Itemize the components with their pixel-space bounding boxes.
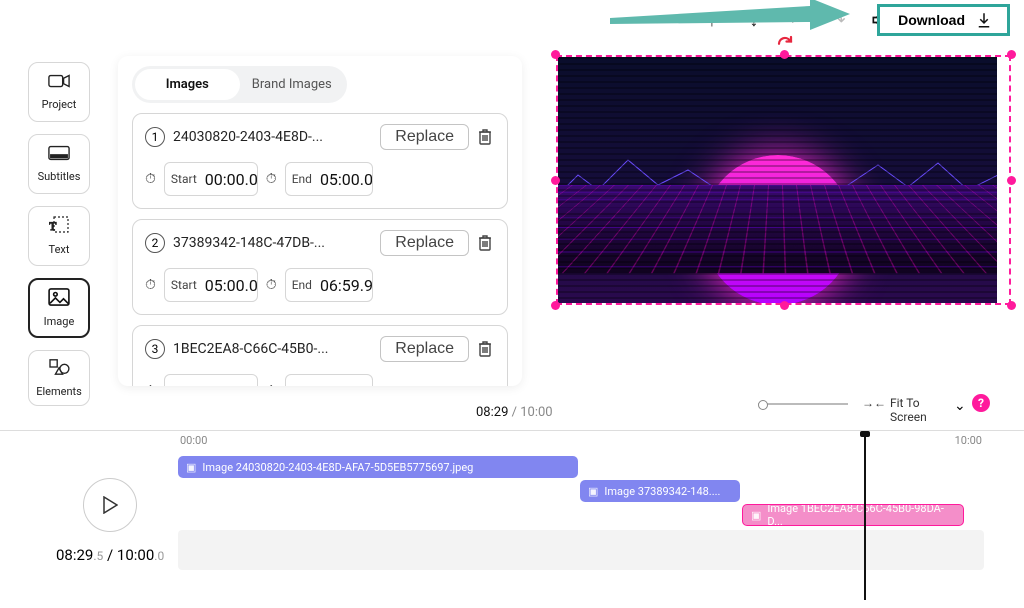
sidenav-item-text[interactable]: T Text [28,206,90,266]
timeline-clip[interactable]: ▣ Image 37389342-148.... [580,480,740,502]
image-icon: ▣ [186,461,196,474]
card-index: 3 [145,339,165,359]
play-button[interactable] [83,478,137,532]
end-time-input[interactable]: End 10:00.0 [285,374,373,386]
end-time-input[interactable]: End 05:00.0 [285,162,373,196]
shapes-icon [48,358,70,381]
panel-tabs: Images Brand Images [132,66,347,103]
download-button[interactable]: Download [877,4,1010,36]
sidenav-item-project[interactable]: Project [28,62,90,122]
playhead[interactable] [864,432,866,600]
sidenav-label: Subtitles [38,170,81,183]
card-index: 1 [145,127,165,147]
replace-button[interactable]: Replace [380,230,469,256]
top-icon-group: ↑ ↓ ↶ ↷ [702,10,890,30]
selection-outline [556,55,1011,305]
time-counter: 08:29 / 10:00 [476,405,553,420]
card-filename: 24030820-2403-4E8D-... [173,129,372,145]
tab-images[interactable]: Images [135,69,240,100]
timeline-clip-selected[interactable]: ▣ Image 1BEC2EA8-C66C-45B0-98DA-D... [742,504,964,526]
text-icon: T [49,216,69,239]
timeline[interactable]: 00:00 10:00 ▣ Image 24030820-2403-4E8D-A… [178,432,984,600]
stopwatch-icon: ⏱ [145,277,156,293]
sidenav-item-image[interactable]: Image [28,278,90,338]
fit-icon: →← [862,396,886,410]
card-filename: 37389342-148C-47DB-... [173,235,372,251]
camera-icon [48,73,70,94]
resize-handle[interactable] [1007,176,1016,185]
image-card: 1 24030820-2403-4E8D-... Replace ⏱ Start… [132,113,508,209]
image-panel: Images Brand Images 1 24030820-2403-4E8D… [118,56,522,386]
end-time-input[interactable]: End 06:59.9 [285,268,373,302]
side-nav: Project Subtitles T Text Image Elements [28,62,90,406]
resize-handle[interactable] [1007,301,1016,310]
controls-row: 08:29 / 10:00 →← Fit To Screen ⌄ ? [0,392,1024,432]
stopwatch-icon: ⏱ [145,383,156,386]
help-button[interactable]: ? [972,394,990,412]
top-toolbar: ↑ ↓ ↶ ↷ [0,0,1024,40]
replace-button[interactable]: Replace [380,124,469,150]
redo-red-icon[interactable] [776,34,794,56]
stopwatch-icon: ⏱ [145,171,156,187]
sidenav-label: Project [42,98,77,111]
image-icon: ▣ [751,509,761,522]
resize-handle[interactable] [551,301,560,310]
subtitles-icon [48,145,70,166]
playback-controls: 08:29.5 / 10:00.0 [56,478,164,564]
playback-time: 08:29.5 / 10:00.0 [56,546,164,564]
tab-brand-images[interactable]: Brand Images [240,69,345,100]
image-icon [48,288,70,311]
zoom-slider[interactable] [758,400,848,406]
divider [0,430,1024,431]
image-card: 2 37389342-148C-47DB-... Replace ⏱ Start… [132,219,508,315]
start-time-input[interactable]: Start 06:59.9 [164,374,258,386]
sidenav-label: Image [44,315,75,328]
image-icon: ▣ [588,485,598,498]
svg-text:T: T [49,219,57,233]
card-filename: 1BEC2EA8-C66C-45B0-... [173,341,372,357]
stopwatch-icon: ⏱ [266,383,277,386]
image-card: 3 1BEC2EA8-C66C-45B0-... Replace ⏱ Start… [132,325,508,386]
replace-button[interactable]: Replace [380,336,469,362]
stopwatch-icon: ⏱ [266,277,277,293]
resize-handle[interactable] [1007,50,1016,59]
stopwatch-icon: ⏱ [266,171,277,187]
timeline-clip[interactable]: ▣ Image 24030820-2403-4E8D-AFA7-5D5EB577… [178,456,578,478]
download-label: Download [898,12,965,28]
sidenav-item-subtitles[interactable]: Subtitles [28,134,90,194]
chevron-down-icon[interactable]: ⌄ [954,398,966,414]
redo-icon[interactable]: ↷ [828,10,848,30]
resize-handle[interactable] [780,301,789,310]
fit-to-screen[interactable]: →← Fit To Screen [862,396,934,424]
preview-canvas[interactable] [556,55,1011,305]
trash-icon[interactable] [477,234,495,252]
arrow-down-icon[interactable]: ↓ [744,10,764,30]
sidenav-label: Text [49,243,70,256]
start-time-input[interactable]: Start 05:00.0 [164,268,258,302]
trash-icon[interactable] [477,128,495,146]
card-index: 2 [145,233,165,253]
resize-handle[interactable] [551,50,560,59]
undo-icon[interactable]: ↶ [786,10,806,30]
resize-handle[interactable] [551,176,560,185]
trash-icon[interactable] [477,340,495,358]
start-time-input[interactable]: Start 00:00.0 [164,162,258,196]
arrow-up-icon[interactable]: ↑ [702,10,722,30]
